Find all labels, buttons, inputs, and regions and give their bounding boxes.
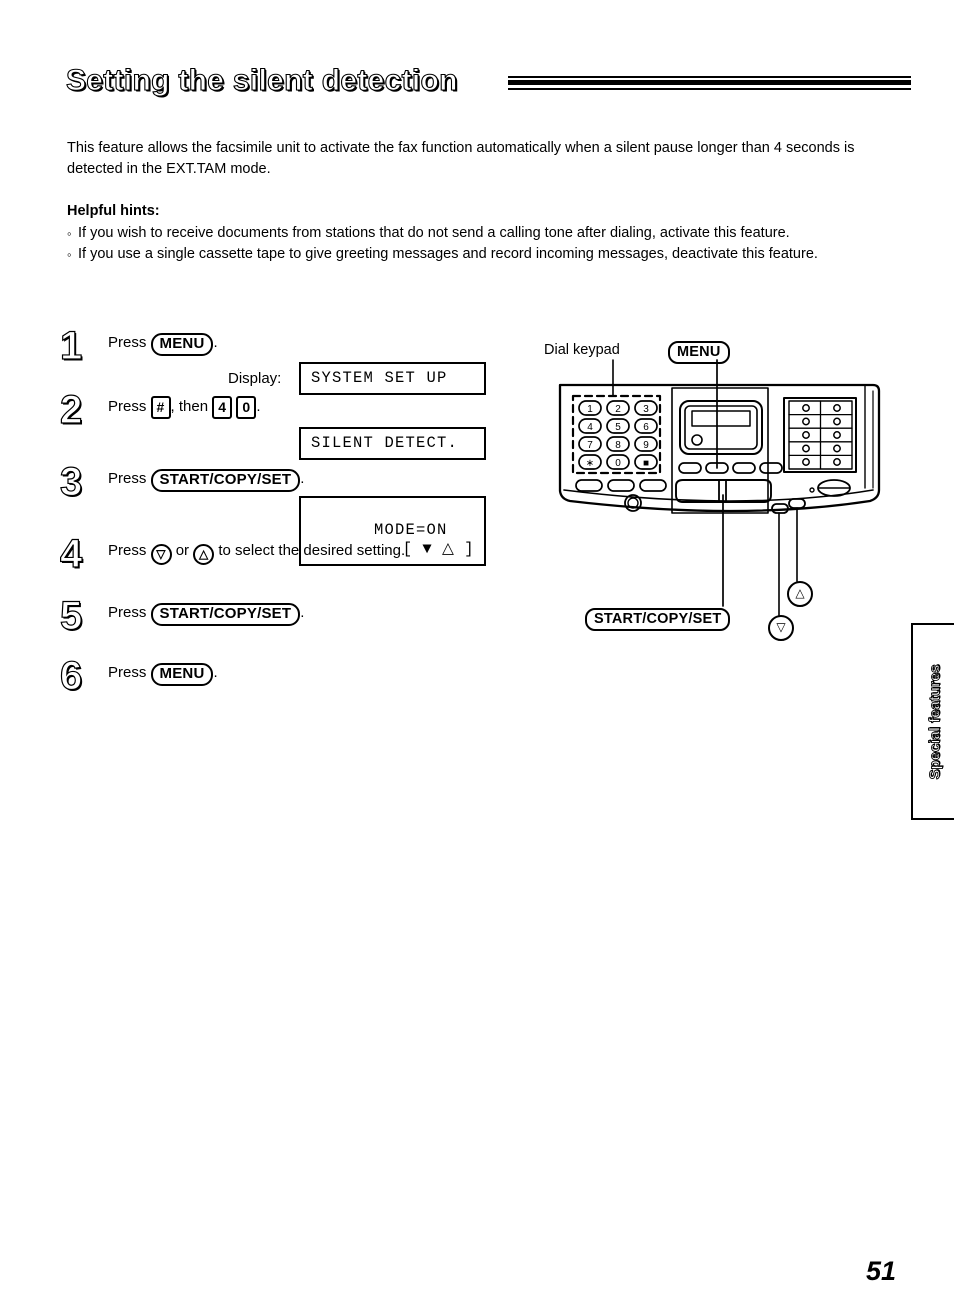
step-number: 5 [59, 594, 83, 638]
svg-text:∗: ∗ [586, 458, 594, 469]
press-word: Press [108, 398, 147, 415]
lcd-display-system-setup: SYSTEM SET UP [299, 362, 486, 395]
fax-machine-diagram: Dial keypad MENU START/COPY/SET △ ▽ 1 2 … [540, 338, 950, 648]
step-3: 3 Press START/COPY/SET. MODE=ON[ ▼ △ ] [59, 461, 530, 566]
page-title: Setting the silent detection [65, 63, 458, 97]
start-copy-set-key[interactable]: START/COPY/SET [150, 469, 301, 492]
hash-key[interactable]: # [150, 396, 171, 419]
press-word: Press [108, 470, 147, 487]
step-6: 6 Press MENU. [59, 655, 530, 712]
svg-text:9: 9 [643, 440, 649, 451]
step-instruction: Press MENU. [108, 660, 530, 686]
press-word: Press [108, 664, 147, 681]
menu-key[interactable]: MENU [150, 663, 214, 686]
svg-text:1: 1 [587, 404, 593, 415]
menu-key[interactable]: MENU [150, 333, 214, 356]
svg-text:6: 6 [643, 422, 649, 433]
svg-text:3: 3 [643, 404, 649, 415]
press-word: Press [108, 604, 147, 621]
or-word: or [175, 542, 190, 559]
step-number: 6 [59, 654, 83, 698]
step-2: 2 Press #, then 4 0. SILENT DETECT. [59, 389, 530, 466]
press-word: Press [108, 334, 147, 351]
period: . [300, 604, 305, 621]
title-rule-group [508, 76, 911, 90]
lcd-display-silent-detect: SILENT DETECT. [299, 427, 486, 460]
helpful-hints-heading: Helpful hints: [67, 203, 160, 219]
step-number: 2 [59, 388, 83, 432]
fax-machine-illustration: 1 2 3 4 5 6 7 8 9 ∗ 0 ■ [558, 359, 881, 616]
down-arrow-key[interactable]: ▽ [150, 544, 172, 565]
hint-text: If you wish to receive documents from st… [78, 225, 790, 241]
procedure-steps: 1 Press MENU. Display: SYSTEM SET UP 2 P… [59, 325, 530, 712]
step-tail-text: to select the desired setting. [218, 542, 406, 559]
bullet-icon: ◦ [67, 247, 72, 262]
svg-text:■: ■ [643, 458, 649, 469]
page-number: 51 [865, 1256, 896, 1286]
title-rule-thick [508, 80, 911, 85]
step-1: 1 Press MENU. Display: SYSTEM SET UP [59, 325, 530, 395]
step-instruction: Press START/COPY/SET. [108, 600, 530, 626]
start-copy-set-key[interactable]: START/COPY/SET [150, 603, 301, 626]
title-rule-thin-bottom [508, 88, 911, 90]
bullet-icon: ◦ [67, 226, 72, 241]
up-arrow-key[interactable]: △ [193, 544, 215, 565]
step-instruction: Press #, then 4 0. [108, 394, 530, 419]
hint-text: If you use a single cassette tape to giv… [78, 246, 818, 262]
step-number: 4 [59, 532, 83, 576]
side-tab-label: Special features [926, 663, 944, 780]
period: . [213, 664, 218, 681]
step-5: 5 Press START/COPY/SET. [59, 595, 530, 660]
title-rule-thin-top [508, 76, 911, 78]
step-4: 4 Press ▽ or △ to select the desired set… [59, 533, 530, 600]
helpful-hints-section: Helpful hints: ◦ If you wish to receive … [67, 201, 885, 265]
step-instruction: Press MENU. [108, 330, 530, 356]
hint-item: ◦ If you wish to receive documents from … [67, 223, 885, 244]
svg-text:4: 4 [587, 422, 593, 433]
svg-text:0: 0 [615, 458, 621, 469]
side-tab-special-features: Special features [911, 623, 954, 820]
step-number: 3 [59, 460, 83, 504]
period: . [213, 334, 218, 351]
press-word: Press [108, 542, 147, 559]
intro-paragraph: This feature allows the facsimile unit t… [67, 140, 855, 177]
period: . [300, 470, 305, 487]
svg-text:2: 2 [615, 404, 621, 415]
page-header: Setting the silent detection [65, 62, 911, 108]
then-word: , then [170, 398, 209, 415]
step-number: 1 [59, 324, 83, 368]
display-label: Display: [228, 370, 282, 387]
digit-4-key[interactable]: 4 [212, 396, 233, 419]
step-instruction: Press START/COPY/SET. [108, 466, 530, 492]
svg-text:7: 7 [587, 440, 593, 451]
step-instruction: Press ▽ or △ to select the desired setti… [108, 538, 530, 565]
period: . [256, 398, 261, 415]
svg-text:5: 5 [615, 422, 621, 433]
digit-0-key[interactable]: 0 [236, 396, 257, 419]
svg-text:8: 8 [615, 440, 621, 451]
hint-item: ◦ If you use a single cassette tape to g… [67, 244, 885, 265]
lcd-mode-value: MODE=ON [374, 521, 448, 539]
